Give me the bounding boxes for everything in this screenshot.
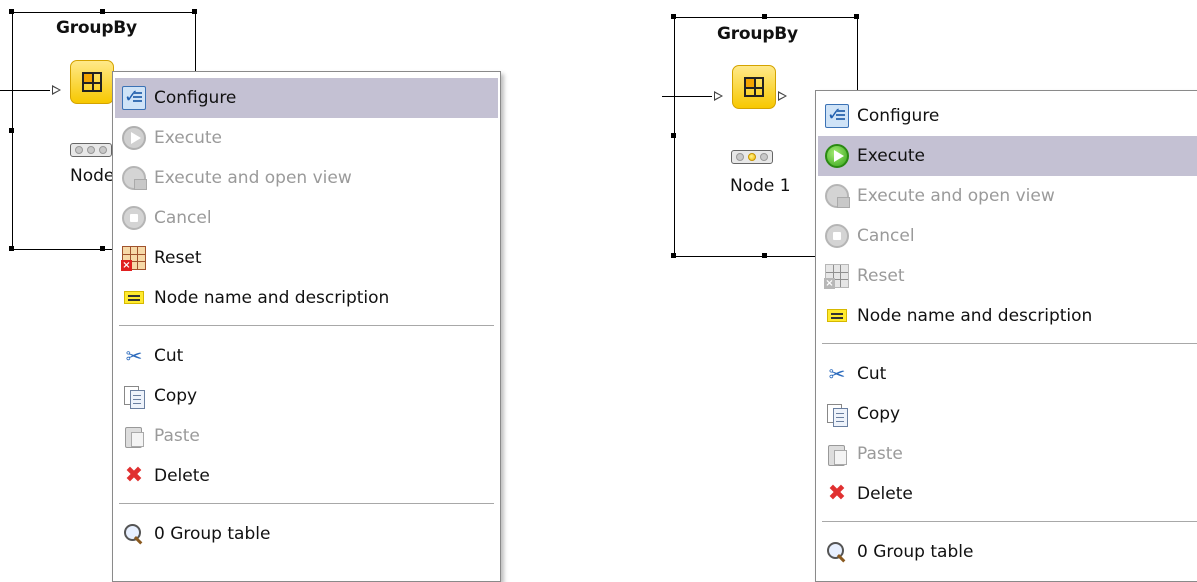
note-icon — [825, 304, 849, 328]
menu-item-label: Cut — [857, 364, 887, 384]
menu-item-execute-open-view[interactable]: Execute and open view — [818, 176, 1197, 216]
menu-item-reset[interactable]: × Reset — [818, 256, 1197, 296]
menu-item-label: Delete — [857, 484, 913, 504]
reset-icon: × — [121, 246, 146, 271]
configure-icon — [122, 86, 146, 110]
menu-item-node-name-description[interactable]: Node name and description — [818, 296, 1197, 336]
resize-handle[interactable] — [192, 9, 197, 14]
menu-item-label: Copy — [154, 386, 198, 406]
menu-item-label: Reset — [857, 266, 905, 286]
node-label[interactable]: Node 1 — [730, 176, 791, 196]
menu-item-copy[interactable]: Copy — [818, 394, 1197, 434]
menu-item-execute-open-view[interactable]: Execute and open view — [115, 158, 498, 198]
workflow-panel-right: GroupBy Node 1 Configure Execute Execute… — [600, 0, 1197, 582]
execute-open-view-icon — [825, 184, 850, 208]
menu-item-label: Execute — [154, 128, 222, 148]
resize-handle[interactable] — [762, 253, 767, 258]
groupby-node-icon[interactable] — [732, 65, 776, 109]
menu-item-delete[interactable]: ✖ Delete — [115, 456, 498, 496]
execute-icon — [825, 144, 849, 168]
menu-item-delete[interactable]: ✖ Delete — [818, 474, 1197, 514]
output-port[interactable] — [778, 91, 787, 101]
execute-open-view-icon — [122, 166, 147, 190]
menu-separator — [822, 521, 1197, 522]
magnifier-icon — [825, 540, 849, 564]
cancel-icon — [825, 224, 849, 248]
menu-item-group-table[interactable]: 0 Group table — [115, 514, 498, 554]
menu-item-node-name-description[interactable]: Node name and description — [115, 278, 498, 318]
groupby-node-icon[interactable] — [70, 60, 114, 104]
delete-icon: ✖ — [827, 481, 847, 506]
menu-item-reset[interactable]: × Reset — [115, 238, 498, 278]
configure-icon — [825, 104, 849, 128]
menu-item-configure[interactable]: Configure — [818, 96, 1197, 136]
note-icon — [122, 286, 146, 310]
resize-handle[interactable] — [671, 253, 676, 258]
menu-item-label: Cancel — [154, 208, 212, 228]
menu-separator — [119, 325, 494, 326]
magnifier-icon — [122, 522, 146, 546]
menu-item-cut[interactable]: ✂ Cut — [818, 354, 1197, 394]
menu-item-label: Delete — [154, 466, 210, 486]
scissors-icon: ✂ — [828, 362, 846, 386]
menu-item-label: Node name and description — [154, 288, 390, 308]
menu-item-label: Paste — [154, 426, 200, 446]
menu-separator — [119, 503, 494, 504]
input-port[interactable] — [52, 85, 61, 95]
menu-item-paste[interactable]: Paste — [115, 416, 498, 456]
scissors-icon: ✂ — [125, 344, 143, 368]
connection-line — [0, 90, 50, 91]
resize-handle[interactable] — [9, 246, 14, 251]
menu-item-label: Cut — [154, 346, 184, 366]
workflow-panel-left: GroupBy Node Configure Execute Execute a… — [0, 0, 520, 582]
menu-item-cancel[interactable]: Cancel — [115, 198, 498, 238]
menu-item-label: Execute and open view — [154, 168, 352, 188]
resize-handle[interactable] — [854, 14, 859, 19]
menu-item-execute[interactable]: Execute — [115, 118, 498, 158]
node-title: GroupBy — [717, 24, 798, 44]
resize-handle[interactable] — [9, 128, 14, 133]
menu-item-label: Configure — [857, 106, 940, 126]
paste-icon — [122, 424, 146, 448]
menu-item-copy[interactable]: Copy — [115, 376, 498, 416]
paste-icon — [825, 442, 849, 466]
menu-item-paste[interactable]: Paste — [818, 434, 1197, 474]
copy-icon — [122, 384, 146, 409]
menu-item-label: Execute and open view — [857, 186, 1055, 206]
menu-item-label: Cancel — [857, 226, 915, 246]
resize-handle[interactable] — [100, 9, 105, 14]
menu-item-execute[interactable]: Execute — [818, 136, 1197, 176]
menu-item-label: Copy — [857, 404, 901, 424]
node-status-traffic-light — [70, 143, 112, 157]
reset-icon: × — [824, 264, 849, 289]
resize-handle[interactable] — [671, 14, 676, 19]
resize-handle[interactable] — [762, 14, 767, 19]
copy-icon — [825, 402, 849, 427]
delete-icon: ✖ — [124, 463, 144, 488]
resize-handle[interactable] — [9, 9, 14, 14]
context-menu: Configure Execute Execute and open view … — [815, 90, 1197, 582]
menu-item-label: Execute — [857, 146, 925, 166]
node-status-traffic-light — [731, 150, 773, 164]
resize-handle[interactable] — [671, 133, 676, 138]
cancel-icon — [122, 206, 146, 230]
menu-item-label: 0 Group table — [154, 524, 271, 544]
resize-handle[interactable] — [100, 246, 105, 251]
menu-item-group-table[interactable]: 0 Group table — [818, 532, 1197, 572]
execute-icon — [122, 126, 146, 150]
menu-item-configure[interactable]: Configure — [115, 78, 498, 118]
menu-item-cut[interactable]: ✂ Cut — [115, 336, 498, 376]
menu-item-cancel[interactable]: Cancel — [818, 216, 1197, 256]
menu-item-label: Configure — [154, 88, 237, 108]
menu-item-label: Paste — [857, 444, 903, 464]
menu-item-label: Node name and description — [857, 306, 1093, 326]
node-label[interactable]: Node — [70, 166, 114, 186]
input-port[interactable] — [714, 91, 723, 101]
context-menu: Configure Execute Execute and open view … — [112, 71, 501, 582]
menu-item-label: Reset — [154, 248, 202, 268]
node-title: GroupBy — [56, 18, 137, 38]
connection-line — [662, 96, 712, 97]
menu-item-label: 0 Group table — [857, 542, 974, 562]
menu-separator — [822, 343, 1197, 344]
